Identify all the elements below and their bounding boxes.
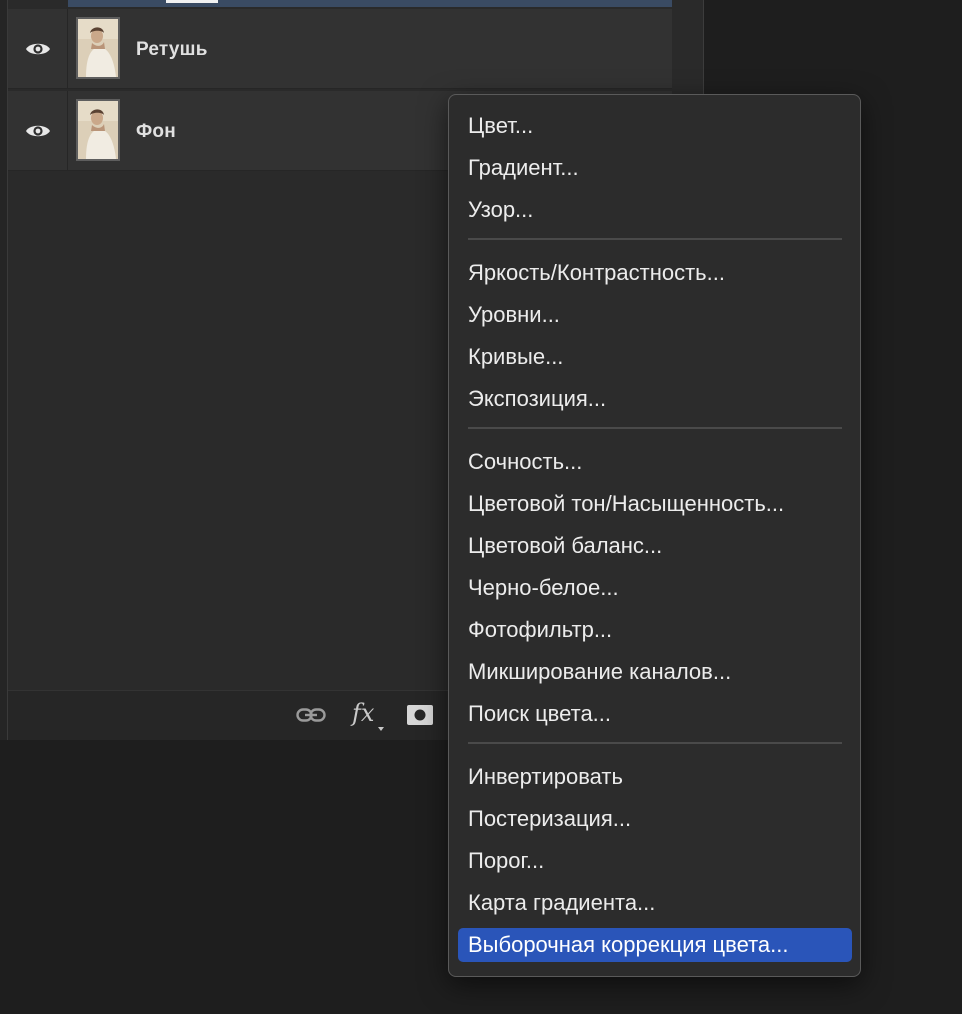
menu-item[interactable]: Яркость/Контрастность...: [458, 256, 852, 290]
menu-item[interactable]: Цвет...: [458, 109, 852, 143]
selected-layer-strip[interactable]: [68, 0, 672, 7]
layer-name[interactable]: Ретушь: [136, 39, 208, 61]
selected-layer-name-edge: [166, 0, 218, 3]
menu-item[interactable]: Цветовой баланс...: [458, 529, 852, 563]
visibility-toggle[interactable]: [8, 9, 68, 88]
menu-item[interactable]: Цветовой тон/Насыщенность...: [458, 487, 852, 521]
mask-icon[interactable]: [407, 705, 433, 725]
eye-icon[interactable]: [25, 122, 51, 140]
menu-item[interactable]: Градиент...: [458, 151, 852, 185]
layer-name[interactable]: Фон: [136, 121, 176, 143]
menu-item[interactable]: Инвертировать: [458, 760, 852, 794]
menu-item[interactable]: Экспозиция...: [458, 382, 852, 416]
eye-icon[interactable]: [25, 40, 51, 58]
menu-separator: [468, 427, 842, 429]
menu-item[interactable]: Карта градиента...: [458, 886, 852, 920]
menu-separator: [468, 742, 842, 744]
menu-item[interactable]: Сочность...: [458, 445, 852, 479]
menu-item[interactable]: Выборочная коррекция цвета...: [458, 928, 852, 962]
menu-item[interactable]: Микширование каналов...: [458, 655, 852, 689]
menu-item[interactable]: Уровни...: [458, 298, 852, 332]
portrait-thumbnail-image: [78, 19, 118, 77]
portrait-thumbnail-image: [78, 101, 118, 159]
menu-item[interactable]: Фотофильтр...: [458, 613, 852, 647]
visibility-toggle[interactable]: [8, 91, 68, 170]
menu-item[interactable]: Порог...: [458, 844, 852, 878]
link-icon[interactable]: [296, 707, 326, 723]
menu-item[interactable]: Постеризация...: [458, 802, 852, 836]
menu-item[interactable]: Узор...: [458, 193, 852, 227]
fx-icon[interactable]: fx: [352, 699, 374, 727]
adjustment-layer-menu: Цвет... Градиент... Узор... Яркость/Контрас…: [448, 94, 861, 977]
layer-row-retouch[interactable]: Ретушь: [8, 9, 672, 89]
menu-item[interactable]: Черно-белое...: [458, 571, 852, 605]
menu-separator: [468, 238, 842, 240]
layer-thumbnail[interactable]: [76, 17, 120, 79]
menu-item[interactable]: Поиск цвета...: [458, 697, 852, 731]
layer-thumbnail[interactable]: [76, 99, 120, 161]
menu-item[interactable]: Кривые...: [458, 340, 852, 374]
panel-left-edge: [0, 0, 8, 740]
fx-dropdown-caret-icon[interactable]: [378, 727, 384, 731]
